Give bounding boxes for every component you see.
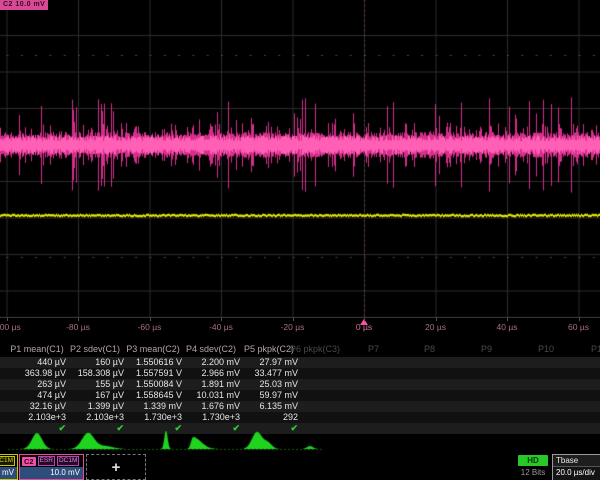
measurement-value: 155 µV bbox=[66, 379, 124, 390]
axis-tick bbox=[579, 318, 580, 321]
measurement-value: 1.550084 V bbox=[124, 379, 182, 390]
measurement-value: 33.477 mV bbox=[240, 368, 298, 379]
time-axis: -100 µs -80 µs -60 µs -40 µs -20 µs 0 µs 20 µs… bbox=[0, 318, 600, 334]
measurement-value: 2.200 mV bbox=[182, 357, 240, 368]
parameter-header-unused[interactable]: P10 bbox=[538, 344, 554, 354]
measurement-value: 27.97 mV bbox=[240, 357, 298, 368]
parameter-header[interactable]: P2 sdev(C1) bbox=[70, 344, 120, 354]
measurement-value: 1.339 mV bbox=[124, 401, 182, 412]
measurement-value: 474 µV bbox=[8, 390, 66, 401]
hd-bits-label: 12 Bits bbox=[512, 468, 554, 477]
c1-vertical-scale: 10.0 mV bbox=[0, 467, 17, 479]
axis-tick bbox=[436, 318, 437, 321]
table-row: 363.98 µV158.308 µV1.557591 V2.966 mV33.… bbox=[0, 368, 600, 379]
measurement-value: 2.103e+3 bbox=[8, 412, 66, 423]
measurement-value: 363.98 µV bbox=[8, 368, 66, 379]
measurement-value: 10.031 mV bbox=[182, 390, 240, 401]
measurement-value: 158.308 µV bbox=[66, 368, 124, 379]
c1-coupling-badge: DC1M bbox=[0, 456, 15, 466]
axis-label: -80 µs bbox=[66, 322, 90, 332]
waveform-grid[interactable] bbox=[0, 0, 600, 318]
add-trace-button[interactable]: + bbox=[86, 454, 146, 480]
parameter-header[interactable]: P3 mean(C2) bbox=[126, 344, 180, 354]
axis-label: 20 µs bbox=[425, 322, 446, 332]
axis-label: 60 µs bbox=[568, 322, 589, 332]
axis-tick bbox=[293, 318, 294, 321]
measurement-value: 59.97 mV bbox=[240, 390, 298, 401]
measurement-value: 1.399 µV bbox=[66, 401, 124, 412]
axis-label: 0 µs bbox=[356, 322, 372, 332]
axis-label: -40 µs bbox=[209, 322, 233, 332]
measurement-value: 2.966 mV bbox=[182, 368, 240, 379]
axis-label: -60 µs bbox=[138, 322, 162, 332]
measurement-value: 1.891 mV bbox=[182, 379, 240, 390]
measurement-value: 25.03 mV bbox=[240, 379, 298, 390]
parameter-histicons bbox=[0, 431, 600, 453]
c2-channel-badge: C2 bbox=[22, 457, 36, 466]
hd-mode-badge[interactable]: HD bbox=[518, 455, 548, 466]
table-row: 440 µV160 µV1.550616 V2.200 mV27.97 mV bbox=[0, 357, 600, 368]
descriptor-bar: DC1M 10.0 mV C2 ESR DC1M 10.0 mV + HD 12… bbox=[0, 454, 600, 480]
table-row: 32.16 µV1.399 µV1.339 mV1.676 mV6.135 mV bbox=[0, 401, 600, 412]
measurement-value: 292 bbox=[240, 412, 298, 423]
parameter-header[interactable]: P5 pkpk(C2) bbox=[244, 344, 294, 354]
timebase-value: 20.0 µs/div bbox=[553, 467, 600, 479]
measurement-table-header: P1 mean(C1) P2 sdev(C1) P3 mean(C2) P4 sdev… bbox=[0, 344, 600, 356]
measurement-value: 167 µV bbox=[66, 390, 124, 401]
plus-icon: + bbox=[112, 459, 121, 476]
measurement-value: 160 µV bbox=[66, 357, 124, 368]
c2-vertical-scale: 10.0 mV bbox=[20, 467, 83, 479]
axis-label: -100 µs bbox=[0, 322, 21, 332]
timebase-title: Tbase bbox=[553, 455, 600, 467]
axis-tick bbox=[221, 318, 222, 321]
c2-esr-badge: ESR bbox=[38, 456, 55, 466]
axis-tick bbox=[78, 318, 79, 321]
axis-label: 40 µs bbox=[497, 322, 518, 332]
table-row: 474 µV167 µV1.558645 V10.031 mV59.97 mV bbox=[0, 390, 600, 401]
table-row: 2.103e+32.103e+31.730e+31.730e+3292 bbox=[0, 412, 600, 423]
table-row: 263 µV155 µV1.550084 V1.891 mV25.03 mV bbox=[0, 379, 600, 390]
measurement-value: 1.730e+3 bbox=[182, 412, 240, 423]
measurement-value: 440 µV bbox=[8, 357, 66, 368]
measurement-value: 1.550616 V bbox=[124, 357, 182, 368]
parameter-header[interactable]: P4 sdev(C2) bbox=[186, 344, 236, 354]
axis-tick bbox=[7, 318, 8, 321]
measurement-value: 2.103e+3 bbox=[66, 412, 124, 423]
timebase-descriptor[interactable]: Tbase 20.0 µs/div bbox=[552, 454, 600, 480]
measurement-value: 1.557591 V bbox=[124, 368, 182, 379]
measurement-value: 32.16 µV bbox=[8, 401, 66, 412]
c2-coupling-badge: DC1M bbox=[57, 456, 79, 466]
parameter-header-unused[interactable]: P6 pkpk(C3) bbox=[290, 344, 340, 354]
axis-label: -20 µs bbox=[281, 322, 305, 332]
measurement-value: 1.730e+3 bbox=[124, 412, 182, 423]
axis-tick bbox=[364, 318, 365, 321]
measurement-value: 6.135 mV bbox=[240, 401, 298, 412]
parameter-header-unused[interactable]: P7 bbox=[368, 344, 379, 354]
parameter-header-unused[interactable]: P8 bbox=[424, 344, 435, 354]
measurement-value: 263 µV bbox=[8, 379, 66, 390]
axis-tick bbox=[150, 318, 151, 321]
measurement-value: 1.558645 V bbox=[124, 390, 182, 401]
channel-descriptor-c2[interactable]: C2 ESR DC1M 10.0 mV bbox=[19, 454, 84, 480]
parameter-header[interactable]: P1 mean(C1) bbox=[10, 344, 64, 354]
measurement-value: 1.676 mV bbox=[182, 401, 240, 412]
oscilloscope-screen: C2 10.0 mV -100 µs -80 µs -60 µs -40 µs -20 … bbox=[0, 0, 600, 480]
parameter-header-unused[interactable]: P11 bbox=[591, 344, 600, 354]
parameter-header-unused[interactable]: P9 bbox=[481, 344, 492, 354]
channel-descriptor-c1[interactable]: DC1M 10.0 mV bbox=[0, 454, 18, 480]
trace-label-badge-c2[interactable]: C2 10.0 mV bbox=[0, 0, 48, 10]
axis-tick bbox=[507, 318, 508, 321]
